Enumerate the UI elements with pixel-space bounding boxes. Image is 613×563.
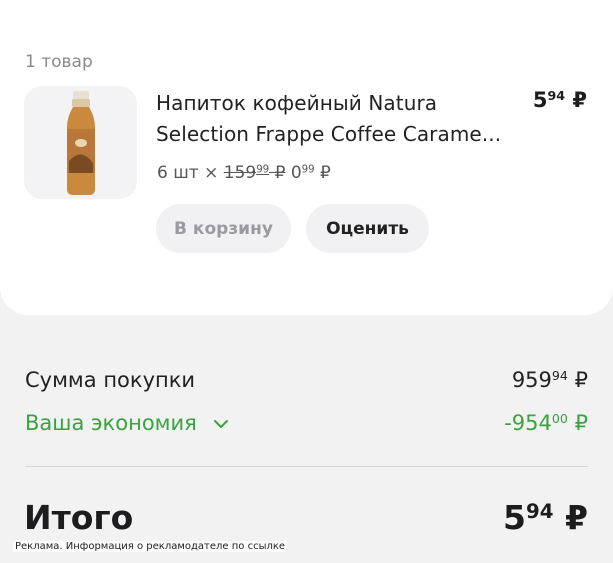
- ad-disclaimer-link[interactable]: Реклама. Информация о рекламодателе по с…: [13, 541, 288, 552]
- old-price: 15999 ₽: [223, 163, 286, 183]
- coffee-bottle-icon: [66, 90, 95, 195]
- total-value: 594 ₽: [503, 498, 588, 537]
- item-total-price: 594 ₽: [532, 88, 587, 112]
- add-to-cart-button[interactable]: В корзину: [156, 204, 291, 253]
- rate-button[interactable]: Оценить: [306, 204, 429, 253]
- savings-row[interactable]: Ваша экономия -95400 ₽: [25, 411, 588, 435]
- quantity-price-line: 6 шт × 15999 ₽ 099 ₽: [157, 163, 331, 183]
- product-title-line2: Selection Frappe Coffee Carame...: [156, 122, 502, 146]
- purchase-sum-row: Сумма покупки 95994 ₽: [25, 368, 588, 392]
- product-title[interactable]: Напиток кофейный Natura Selection Frappe…: [156, 88, 526, 150]
- total-label: Итого: [24, 498, 134, 537]
- unit-price: 099 ₽: [290, 163, 331, 183]
- purchase-sum-value: 95994 ₽: [511, 368, 588, 392]
- savings-toggle[interactable]: Ваша экономия: [25, 411, 229, 435]
- times-sign: ×: [204, 163, 219, 183]
- summary-divider: [25, 466, 588, 467]
- product-title-line1: Напиток кофейный Natura: [156, 91, 438, 115]
- item-count-label: 1 товар: [25, 52, 93, 72]
- product-image[interactable]: [24, 86, 137, 199]
- savings-value: -95400 ₽: [504, 411, 588, 435]
- chevron-down-icon: [214, 420, 229, 428]
- order-item-card: 1 товар Напиток кофейный Natura Selectio…: [0, 0, 613, 315]
- purchase-sum-label: Сумма покупки: [25, 368, 196, 392]
- currency-sign: ₽: [572, 88, 587, 112]
- quantity: 6 шт: [157, 163, 199, 183]
- savings-label: Ваша экономия: [25, 411, 197, 435]
